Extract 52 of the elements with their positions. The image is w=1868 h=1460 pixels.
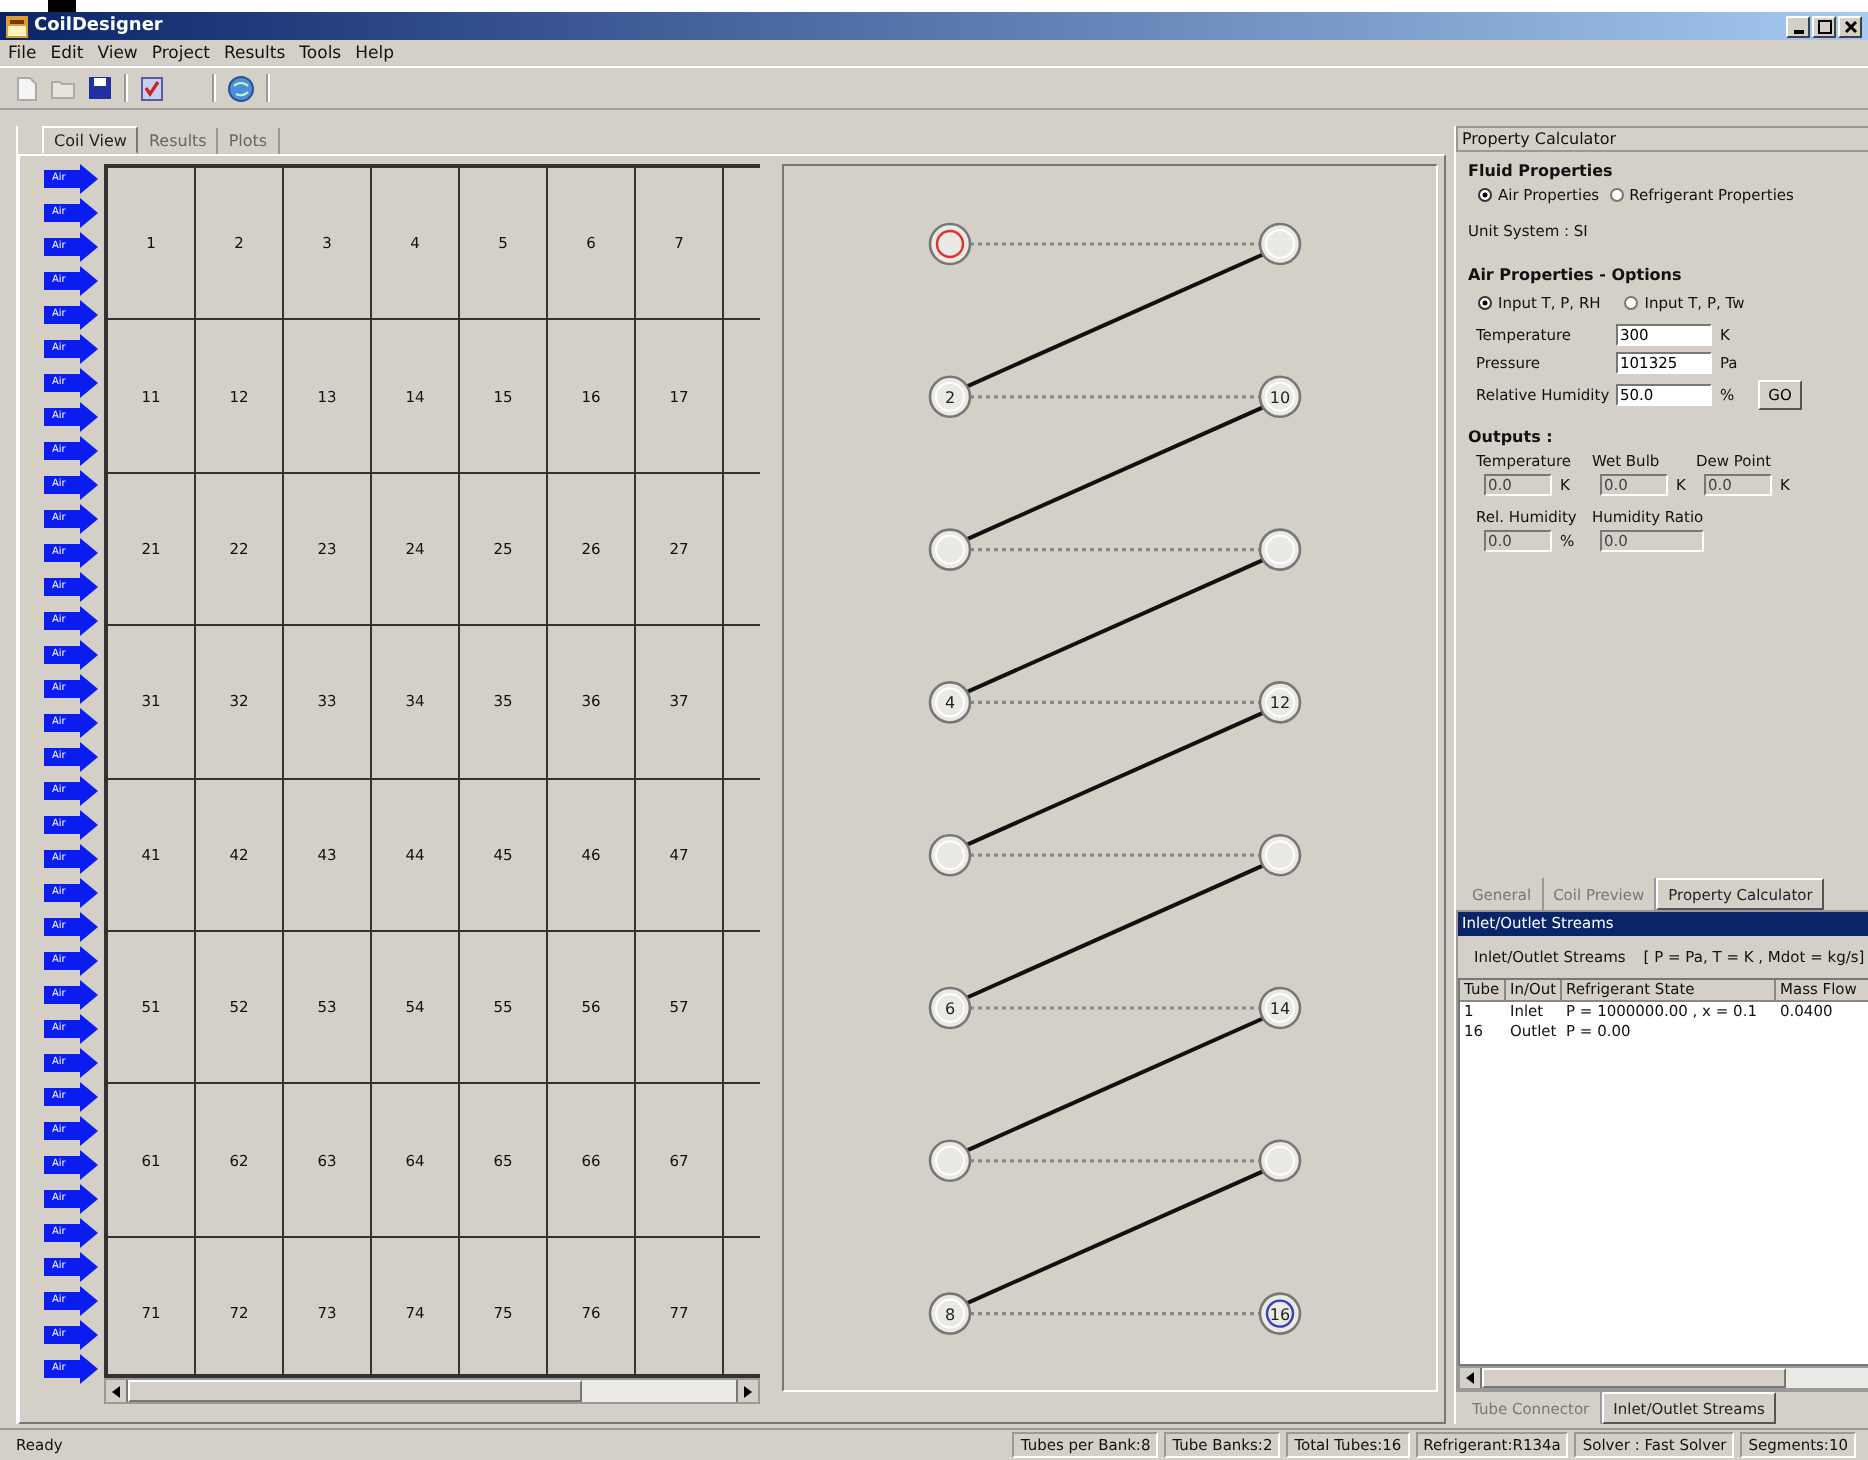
globe-icon[interactable] <box>228 75 254 101</box>
maximize-button[interactable] <box>1812 15 1836 37</box>
tube-node[interactable] <box>928 1292 972 1335</box>
tube-number: 2 <box>944 388 956 407</box>
tab[interactable]: Coil View <box>42 126 139 154</box>
window-edge <box>48 0 76 12</box>
menu-item[interactable]: File <box>8 43 37 63</box>
tube-number: 8 <box>944 1305 956 1324</box>
tube-node[interactable] <box>928 681 972 724</box>
save-icon[interactable] <box>88 76 112 100</box>
tube-number: 14 <box>1269 1000 1291 1018</box>
tube-node[interactable] <box>1258 375 1302 419</box>
menu-item[interactable]: Edit <box>50 43 84 63</box>
tube-node[interactable] <box>928 1139 972 1183</box>
menu-item[interactable]: View <box>97 43 138 63</box>
scroll-left-icon[interactable] <box>1466 1372 1474 1384</box>
section-heading: Fluid Properties <box>1468 162 1615 180</box>
checklist-icon[interactable] <box>140 75 164 101</box>
menu-item[interactable]: Tools <box>299 43 342 63</box>
tube-node[interactable] <box>928 528 972 571</box>
app-icon <box>6 15 28 37</box>
tube-node[interactable] <box>1258 1292 1302 1335</box>
tube-node[interactable] <box>1258 222 1302 266</box>
tube-number: 16 <box>1269 1305 1291 1324</box>
section-heading: Air Properties - Options <box>1468 266 1684 284</box>
scroll-right-icon[interactable] <box>744 1385 752 1397</box>
tube-node[interactable] <box>1258 528 1302 571</box>
window-title: CoilDesigner <box>34 16 163 36</box>
menu-item[interactable]: Project <box>151 43 210 63</box>
scroll-left-icon[interactable] <box>112 1385 120 1397</box>
menu-item[interactable]: Help <box>355 43 395 63</box>
tube-node[interactable] <box>1258 1139 1302 1183</box>
tube-number: 6 <box>944 1000 956 1018</box>
tube-node[interactable] <box>1258 833 1302 877</box>
tube-number: 12 <box>1269 694 1291 713</box>
panel-header: Property Calculator <box>1456 126 1868 152</box>
tube-node[interactable] <box>1258 986 1302 1030</box>
tube-node[interactable] <box>1258 681 1302 724</box>
minimize-button[interactable] <box>1786 15 1810 37</box>
close-icon <box>1843 19 1857 33</box>
tube-number: 10 <box>1269 388 1291 407</box>
menu-item[interactable]: Results <box>223 43 286 63</box>
tube-node[interactable] <box>928 986 972 1030</box>
tube-node[interactable] <box>928 222 972 266</box>
tube-node[interactable] <box>928 375 972 419</box>
maximize-icon <box>1817 19 1831 33</box>
section-heading: Outputs : <box>1468 428 1555 446</box>
tube-node[interactable] <box>928 833 972 877</box>
horizontal-scrollbar[interactable] <box>1458 1366 1868 1390</box>
close-button[interactable] <box>1838 15 1862 37</box>
horizontal-scrollbar[interactable] <box>104 1378 760 1404</box>
tube-number: 4 <box>944 694 956 713</box>
